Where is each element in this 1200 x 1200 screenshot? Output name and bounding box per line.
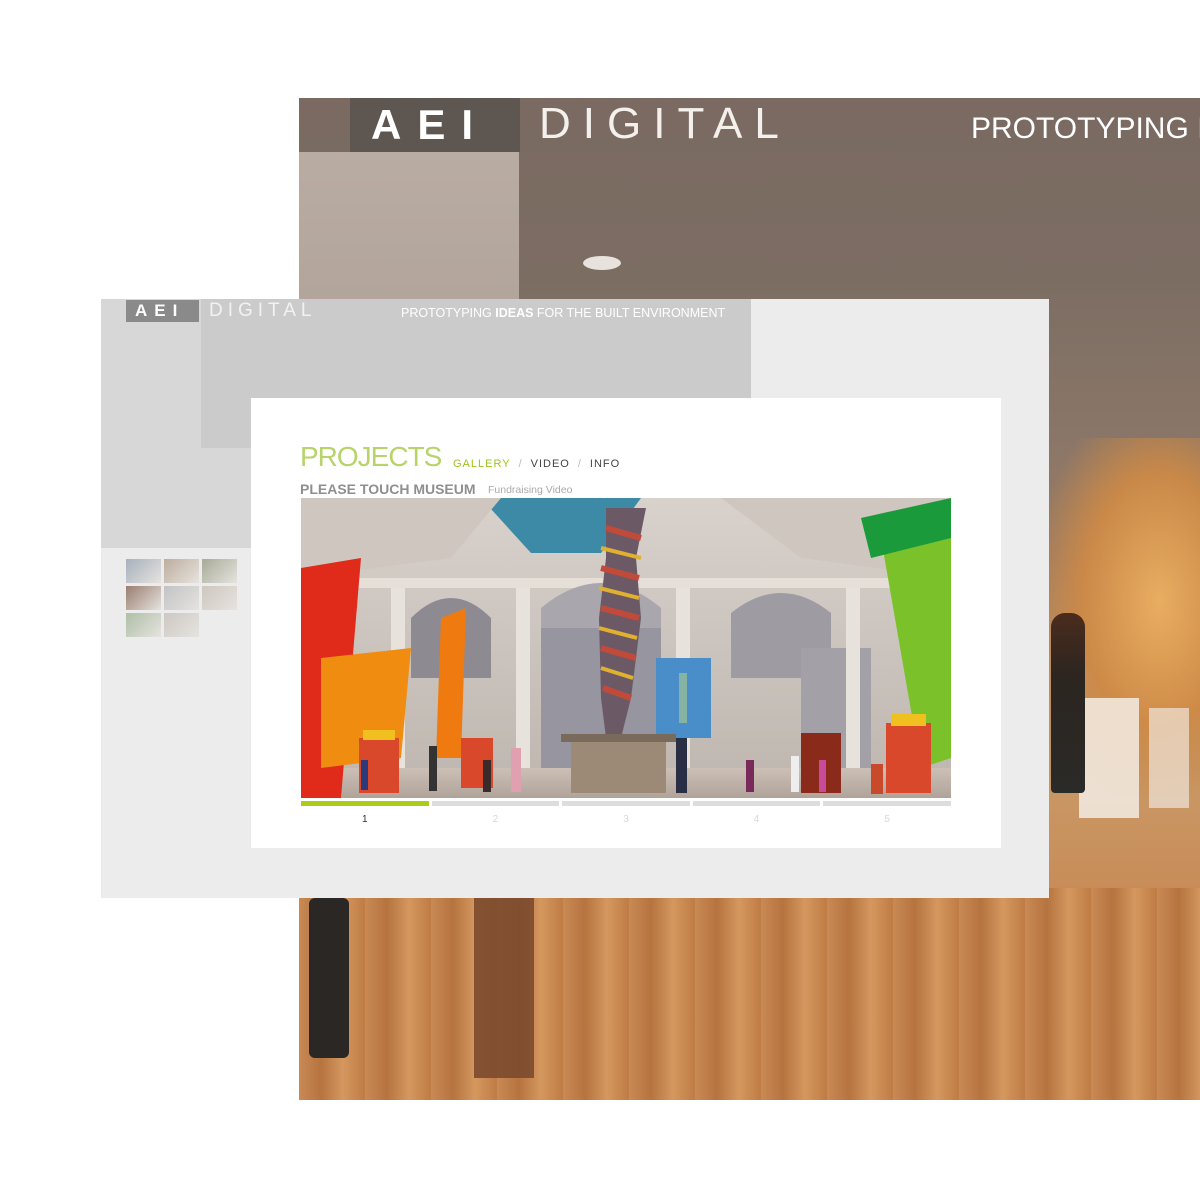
- project-subtitle: Fundraising Video: [488, 484, 573, 496]
- project-thumbnails: [126, 559, 242, 637]
- visitor-legs: [309, 898, 349, 1058]
- project-thumbnail[interactable]: [126, 586, 161, 610]
- project-thumbnail[interactable]: [164, 586, 199, 610]
- pager-bar: [823, 801, 951, 806]
- pager-item-5[interactable]: 5: [823, 801, 951, 826]
- ceiling-light: [583, 256, 621, 270]
- pager-item-4[interactable]: 4: [692, 801, 821, 826]
- gallery-pager: 1 2 3 4 5: [301, 801, 951, 826]
- gallery-image[interactable]: [301, 498, 951, 798]
- background-header: AEI DIGITAL PROTOTYPING I: [299, 98, 1200, 152]
- tagline-part: FOR THE BUILT ENVIRONMENT: [533, 306, 726, 320]
- wood-floor: [299, 888, 1200, 1100]
- section-title: PROJECTS: [300, 441, 442, 472]
- pager-bar: [431, 801, 560, 806]
- pager-item-2[interactable]: 2: [431, 801, 560, 826]
- project-thumbnail[interactable]: [164, 559, 199, 583]
- project-thumbnail[interactable]: [126, 559, 161, 583]
- nav-gallery[interactable]: GALLERY: [453, 457, 511, 471]
- logo-aei[interactable]: AEI: [135, 301, 184, 321]
- pager-item-3[interactable]: 3: [562, 801, 690, 826]
- pager-bar: [562, 801, 690, 806]
- project-thumbnail[interactable]: [164, 613, 199, 637]
- pager-bar: [301, 801, 429, 806]
- pager-label: 3: [623, 814, 629, 825]
- nav-video[interactable]: VIDEO: [531, 457, 570, 471]
- wood-cabinet: [474, 898, 534, 1078]
- pager-label: 4: [753, 814, 760, 825]
- pager-item-1[interactable]: 1: [301, 801, 429, 826]
- content-nav: GALLERY / VIDEO / INFO: [453, 457, 620, 471]
- project-thumbnail[interactable]: [202, 586, 237, 610]
- nav-separator: /: [518, 458, 523, 470]
- tagline: PROTOTYPING I: [971, 112, 1200, 145]
- project-name: PLEASE TOUCH MUSEUM: [300, 481, 476, 497]
- logo-digital: DIGITAL: [209, 300, 317, 321]
- tagline: PROTOTYPING IDEAS FOR THE BUILT ENVIRONM…: [401, 306, 725, 320]
- visitor-figure: [1051, 613, 1085, 793]
- display-pedestal: [1149, 708, 1189, 808]
- museum-rendering: [301, 498, 951, 798]
- tagline-part: PROTOTYPING: [401, 306, 496, 320]
- logo-aei[interactable]: AEI: [371, 102, 489, 148]
- content-card: PROJECTS GALLERY / VIDEO / INFO PLEASE T…: [251, 398, 1001, 848]
- pager-bar: [692, 801, 821, 806]
- tagline-emphasis: IDEAS: [495, 306, 534, 320]
- project-thumbnail[interactable]: [126, 613, 161, 637]
- pager-label: 1: [362, 814, 368, 825]
- pager-label: 5: [884, 814, 890, 825]
- pager-label: 2: [492, 814, 499, 825]
- logo-digital: DIGITAL: [539, 99, 791, 148]
- nav-info[interactable]: INFO: [590, 457, 620, 471]
- project-thumbnail[interactable]: [202, 559, 237, 583]
- nav-separator: /: [577, 458, 582, 470]
- display-pedestal: [1079, 698, 1139, 818]
